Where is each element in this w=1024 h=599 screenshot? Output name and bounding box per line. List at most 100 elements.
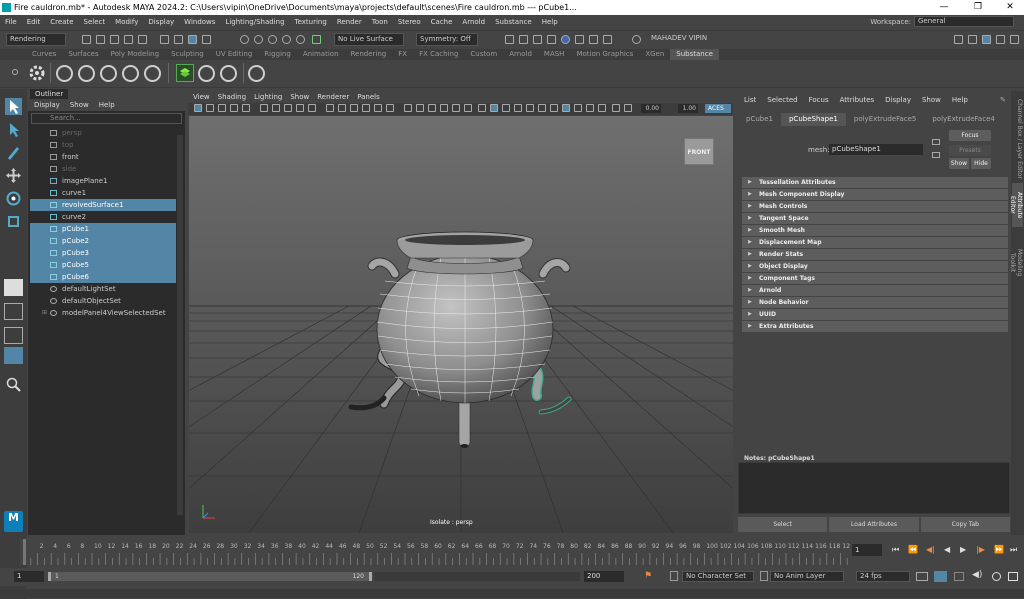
hide-button[interactable]: Hide	[971, 158, 991, 169]
outliner-item[interactable]: defaultObjectSet	[30, 295, 176, 307]
menu-texturing[interactable]: Texturing	[290, 18, 332, 26]
viewport-tool-icon[interactable]	[526, 104, 534, 112]
viewport-tool-icon[interactable]	[206, 104, 214, 112]
presets-button[interactable]: Presets	[949, 145, 991, 156]
outliner-item[interactable]: front	[30, 151, 176, 163]
shelf-tab-fx[interactable]: FX	[392, 49, 413, 60]
substance-bake-icon[interactable]	[100, 65, 117, 82]
substance-graph-icon[interactable]	[78, 65, 95, 82]
current-time-marker[interactable]	[23, 539, 26, 565]
go-to-output-icon[interactable]	[932, 152, 940, 158]
attribute-section[interactable]: ▶ Mesh Controls	[742, 201, 1008, 212]
menu-file[interactable]: File	[0, 18, 22, 26]
substance-export-icon[interactable]	[122, 65, 139, 82]
scale-tool-icon[interactable]	[5, 213, 22, 230]
shelf-tab-poly-modeling[interactable]: Poly Modeling	[105, 49, 165, 60]
viewport-tool-icon[interactable]	[326, 104, 334, 112]
attribute-section[interactable]: ▶ Tessellation Attributes	[742, 177, 1008, 188]
animation-end-field[interactable]: 200	[584, 571, 624, 582]
move-tool-icon[interactable]	[5, 167, 22, 184]
ae-menu-help[interactable]: Help	[952, 93, 968, 107]
ae-menu-list[interactable]: List	[744, 93, 756, 107]
shelf-tab-surfaces[interactable]: Surfaces	[62, 49, 104, 60]
attribute-section[interactable]: ▶ Tangent Space	[742, 213, 1008, 224]
viewport-tool-icon[interactable]	[296, 104, 304, 112]
go-to-end-icon[interactable]: ⏭	[1010, 545, 1017, 555]
channel-box-toggle-icon[interactable]	[1010, 35, 1019, 44]
menu-lighting-shading[interactable]: Lighting/Shading	[220, 18, 289, 26]
open-scene-icon[interactable]	[96, 35, 105, 44]
fps-dropdown[interactable]: 24 fps	[856, 571, 910, 582]
side-tab-attribute-editor[interactable]: Attribute Editor	[1009, 183, 1023, 227]
viewport-tool-icon[interactable]	[538, 104, 546, 112]
viewport-tool-icon[interactable]	[194, 104, 202, 112]
side-tab-channel-box[interactable]: Channel Box / Layer Editor	[1012, 97, 1023, 181]
go-to-input-icon[interactable]	[932, 139, 940, 145]
attribute-section[interactable]: ▶ Extra Attributes	[742, 321, 1008, 332]
save-scene-icon[interactable]	[110, 35, 119, 44]
outliner-item[interactable]: pCube5	[30, 259, 176, 271]
outliner-item[interactable]: pCube1	[30, 223, 176, 235]
viewport-tool-icon[interactable]	[550, 104, 558, 112]
redo-icon[interactable]	[138, 35, 147, 44]
arnold-ipr-icon[interactable]	[589, 35, 598, 44]
notes-textarea[interactable]	[738, 462, 1010, 514]
show-button[interactable]: Show	[949, 158, 969, 169]
viewport-tool-icon[interactable]	[362, 104, 370, 112]
3d-viewport[interactable]	[189, 116, 733, 533]
outliner-menu-show[interactable]: Show	[70, 99, 89, 111]
shelf-tab-curves[interactable]: Curves	[26, 49, 62, 60]
copy-tab-button[interactable]: Copy Tab	[920, 517, 1010, 532]
mask-icon[interactable]	[202, 35, 211, 44]
viewport-tool-icon[interactable]	[404, 104, 412, 112]
symmetry-dropdown[interactable]: Symmetry: Off	[416, 33, 478, 46]
range-start-handle[interactable]	[48, 572, 51, 581]
focus-button[interactable]: Focus	[949, 130, 991, 141]
command-line[interactable]	[0, 589, 1024, 598]
paint-select-icon[interactable]	[5, 144, 22, 161]
shelf-tab-animation[interactable]: Animation	[297, 49, 345, 60]
shelf-tab-uv-editing[interactable]: UV Editing	[210, 49, 259, 60]
substance-link-icon[interactable]	[144, 65, 161, 82]
step-forward-key-icon[interactable]: ⏩	[994, 545, 1004, 554]
ae-tab-pcube1[interactable]: pCube1	[738, 113, 781, 126]
live-surface-field[interactable]: No Live Surface	[334, 33, 404, 46]
substance-plugin-icon[interactable]	[176, 64, 194, 82]
shelf-tab-fx-caching[interactable]: FX Caching	[413, 49, 464, 60]
outliner-menu-help[interactable]: Help	[99, 99, 115, 111]
range-slider-track[interactable]	[374, 572, 580, 581]
menu-cache[interactable]: Cache	[426, 18, 458, 26]
snap-curve-icon[interactable]	[254, 35, 263, 44]
menu-arnold[interactable]: Arnold	[457, 18, 490, 26]
viewport-menu-show[interactable]: Show	[290, 92, 309, 103]
gamma-field[interactable]: 1.00	[678, 104, 698, 113]
substance-texture-icon[interactable]	[56, 65, 73, 82]
shelf-tab-xgen[interactable]: XGen	[639, 49, 670, 60]
select-component-icon[interactable]	[188, 35, 197, 44]
mesh-name-field[interactable]: pCubeShape1	[829, 144, 923, 155]
attribute-section[interactable]: ▶ Object Display	[742, 261, 1008, 272]
ae-menu-display[interactable]: Display	[885, 93, 911, 107]
menu-help[interactable]: Help	[537, 18, 563, 26]
viewport-tool-icon[interactable]	[586, 104, 594, 112]
help-icon[interactable]	[220, 65, 237, 82]
viewport-menu-view[interactable]: View	[193, 92, 210, 103]
preferences-icon[interactable]	[992, 572, 1001, 581]
attribute-section[interactable]: ▶ Render Stats	[742, 249, 1008, 260]
outliner-item[interactable]: curve1	[30, 187, 176, 199]
select-tool-icon[interactable]	[5, 98, 22, 115]
range-end-handle[interactable]	[369, 572, 372, 581]
ae-menu-attributes[interactable]: Attributes	[840, 93, 875, 107]
select-button[interactable]: Select	[738, 517, 828, 532]
viewport-tool-icon[interactable]	[338, 104, 346, 112]
viewport-tool-icon[interactable]	[562, 104, 570, 112]
menu-create[interactable]: Create	[45, 18, 78, 26]
snap-surface-icon[interactable]	[296, 35, 305, 44]
step-back-frame-icon[interactable]: ◀|	[926, 545, 935, 554]
outliner-item[interactable]: ⊞ modelPanel4ViewSelectedSet	[30, 307, 176, 319]
outliner-item[interactable]: defaultLightSet	[30, 283, 176, 295]
maya-logo-icon[interactable]: M	[4, 511, 23, 532]
render-frame-icon[interactable]	[519, 35, 528, 44]
two-pane-layout-icon[interactable]	[4, 327, 23, 344]
viewport-menu-shading[interactable]: Shading	[218, 92, 246, 103]
